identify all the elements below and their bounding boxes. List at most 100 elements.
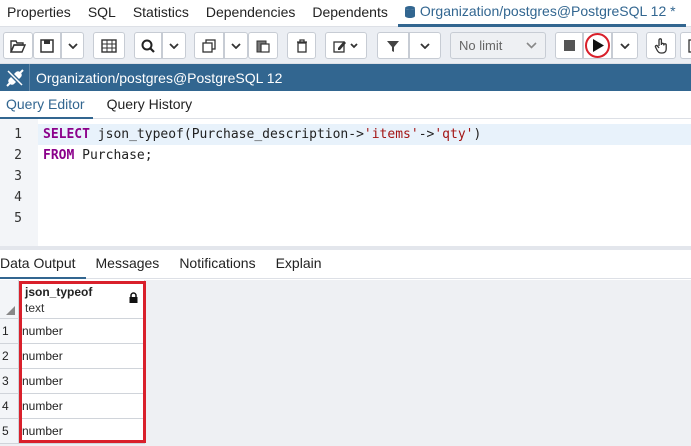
connection-label: Organization/postgres@PostgreSQL 12 bbox=[36, 69, 283, 86]
save-button[interactable] bbox=[33, 32, 61, 59]
filter-icon bbox=[387, 40, 399, 52]
sql-editor[interactable]: 1 2 3 4 5 SELECT json_typeof(Purchase_de… bbox=[0, 119, 691, 246]
keyword-from: FROM bbox=[43, 148, 75, 163]
chevron-down-icon bbox=[620, 42, 630, 49]
stop-button[interactable] bbox=[555, 32, 583, 59]
code-area[interactable]: SELECT json_typeof(Purchase_description-… bbox=[38, 124, 691, 166]
connection-bar: Organization/postgres@PostgreSQL 12 bbox=[0, 64, 691, 91]
table-cell[interactable]: number bbox=[19, 344, 145, 369]
chevron-down-icon bbox=[526, 42, 537, 49]
pencil-icon bbox=[333, 40, 358, 53]
find-button[interactable] bbox=[134, 32, 162, 59]
table-cell[interactable]: number bbox=[19, 369, 145, 394]
tab-statistics[interactable]: Statistics bbox=[126, 0, 199, 27]
filter-button[interactable] bbox=[377, 32, 409, 59]
macros-button[interactable] bbox=[646, 32, 676, 59]
column-header[interactable]: json_typeof text bbox=[19, 280, 145, 319]
folder-open-icon bbox=[10, 39, 26, 53]
table-row: 2 number bbox=[0, 344, 145, 369]
code-line-1[interactable]: SELECT json_typeof(Purchase_description-… bbox=[38, 124, 691, 145]
result-grid: json_typeof text 1 number 2 number 3 num… bbox=[0, 280, 691, 446]
string-literal: 'items' bbox=[363, 127, 419, 142]
table-row: 5 number bbox=[0, 419, 145, 444]
stop-icon bbox=[563, 40, 575, 51]
tab-sql[interactable]: SQL bbox=[81, 0, 126, 27]
filter-dropdown-button[interactable] bbox=[409, 32, 441, 59]
tab-query-editor[interactable]: Query Editor bbox=[0, 91, 93, 119]
column-name: json_typeof bbox=[25, 285, 93, 299]
select-all-corner[interactable] bbox=[0, 280, 19, 319]
edit-data-button[interactable] bbox=[93, 32, 125, 59]
tab-query-tool[interactable]: Organization/postgres@PostgreSQL 12 * bbox=[397, 0, 686, 27]
database-icon bbox=[404, 5, 415, 18]
line-number: 2 bbox=[14, 148, 22, 163]
trash-icon bbox=[296, 38, 307, 53]
line-number: 1 bbox=[14, 127, 22, 142]
row-number[interactable]: 1 bbox=[0, 319, 19, 344]
execute-dropdown-button[interactable] bbox=[612, 32, 638, 59]
tab-dependents[interactable]: Dependents bbox=[305, 0, 398, 27]
row-number[interactable]: 4 bbox=[0, 394, 19, 419]
edit-button[interactable] bbox=[325, 32, 367, 59]
play-icon bbox=[592, 39, 604, 52]
line-number: 4 bbox=[14, 190, 22, 205]
more-toolbar-button[interactable] bbox=[680, 32, 691, 59]
string-literal: 'qty' bbox=[434, 127, 474, 142]
chevron-down-icon bbox=[67, 42, 78, 49]
plug-disconnected-icon bbox=[5, 68, 24, 87]
chevron-down-icon bbox=[231, 42, 241, 49]
line-number-gutter: 1 2 3 4 5 bbox=[0, 119, 38, 246]
query-toolbar: No limit bbox=[0, 27, 691, 64]
open-file-button[interactable] bbox=[3, 32, 33, 59]
table-row: 1 number bbox=[0, 319, 145, 344]
corner-triangle-icon bbox=[6, 306, 15, 315]
chevron-down-icon bbox=[420, 42, 430, 49]
output-tabs: Data Output Messages Notifications Expla… bbox=[0, 250, 691, 279]
copy-icon bbox=[202, 38, 216, 53]
table-row: 3 number bbox=[0, 369, 145, 394]
code-paren: ) bbox=[473, 127, 482, 142]
table-cell[interactable]: number bbox=[19, 394, 145, 419]
copy-button[interactable] bbox=[194, 32, 224, 59]
grid-icon bbox=[101, 38, 117, 53]
save-icon bbox=[40, 38, 54, 53]
row-number[interactable]: 3 bbox=[0, 369, 19, 394]
tab-notifications[interactable]: Notifications bbox=[169, 250, 265, 279]
table-cell[interactable]: number bbox=[19, 319, 145, 344]
copy-dropdown-button[interactable] bbox=[224, 32, 248, 59]
connection-status[interactable] bbox=[0, 64, 30, 91]
grid-header: json_typeof text bbox=[0, 280, 691, 319]
code-table: Purchase; bbox=[74, 148, 153, 163]
paste-button[interactable] bbox=[248, 32, 278, 59]
keyword-select: SELECT bbox=[43, 127, 90, 142]
panel-tabs: Properties SQL Statistics Dependencies D… bbox=[0, 0, 691, 27]
code-line-2[interactable]: FROM Purchase; bbox=[38, 145, 691, 166]
search-icon bbox=[141, 39, 155, 53]
editor-tabs: Query Editor Query History bbox=[0, 91, 691, 119]
tab-properties[interactable]: Properties bbox=[0, 0, 81, 27]
lock-icon bbox=[129, 292, 138, 303]
tab-data-output[interactable]: Data Output bbox=[0, 250, 86, 279]
tab-messages[interactable]: Messages bbox=[86, 250, 170, 279]
find-dropdown-button[interactable] bbox=[162, 32, 186, 59]
table-row: 4 number bbox=[0, 394, 145, 419]
execute-button[interactable] bbox=[583, 32, 612, 59]
tab-query-history[interactable]: Query History bbox=[101, 91, 201, 119]
row-number[interactable]: 2 bbox=[0, 344, 19, 369]
row-limit-select[interactable]: No limit bbox=[450, 32, 546, 59]
paste-icon bbox=[256, 40, 270, 53]
save-dropdown-button[interactable] bbox=[61, 32, 84, 59]
line-number: 3 bbox=[14, 169, 22, 184]
row-number[interactable]: 5 bbox=[0, 419, 19, 444]
line-number: 5 bbox=[14, 211, 22, 226]
tab-dependencies[interactable]: Dependencies bbox=[199, 0, 306, 27]
table-cell[interactable]: number bbox=[19, 419, 145, 444]
column-type: text bbox=[25, 301, 45, 315]
code-op: -> bbox=[418, 127, 435, 142]
chevron-down-icon bbox=[169, 42, 179, 49]
tab-explain[interactable]: Explain bbox=[266, 250, 332, 279]
document-icon bbox=[687, 38, 691, 53]
code-fn: json_typeof(Purchase_description-> bbox=[89, 127, 364, 142]
row-limit-value: No limit bbox=[459, 38, 503, 53]
delete-button[interactable] bbox=[287, 32, 316, 59]
